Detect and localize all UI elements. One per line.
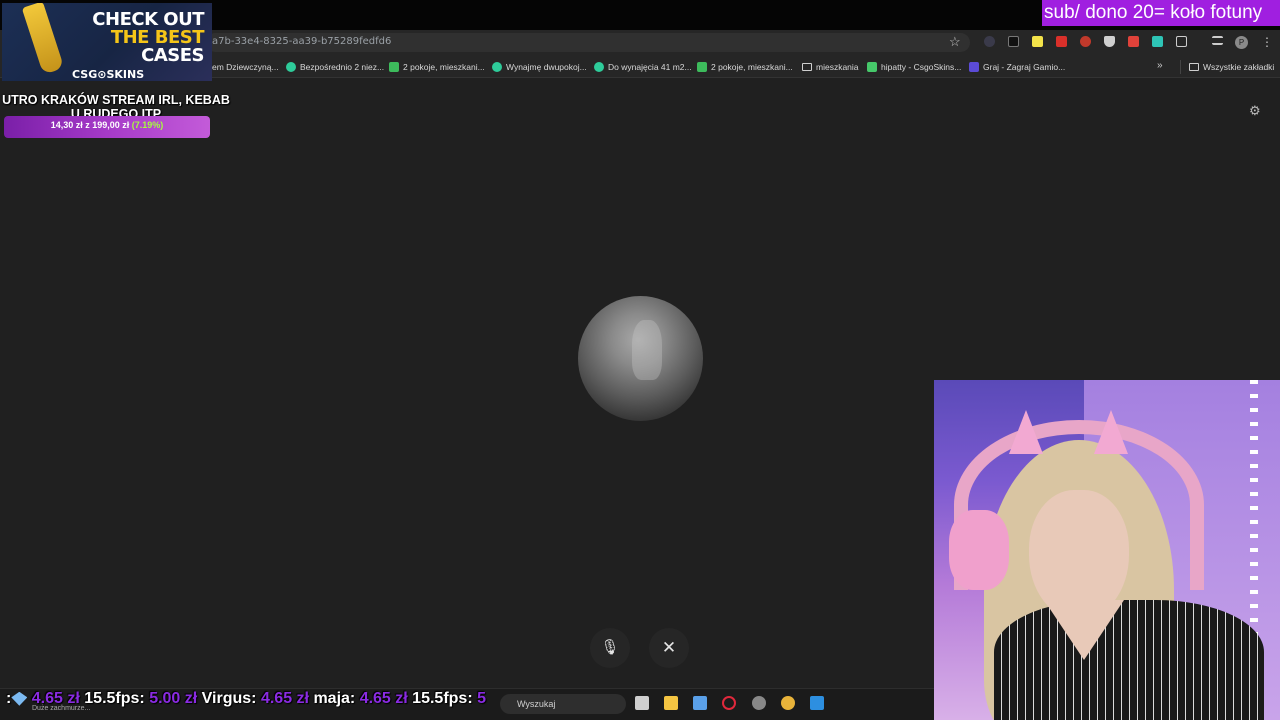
all-bookmarks-folder[interactable]: Wszystkie zakładki: [1189, 61, 1274, 73]
extension-icon[interactable]: [1080, 36, 1091, 47]
bookmark-item[interactable]: Bezpośrednio 2 niez...: [286, 61, 384, 73]
shield-icon[interactable]: [1104, 36, 1115, 47]
folder-icon: [1189, 63, 1199, 71]
bookmark-label: mieszkania: [816, 62, 859, 72]
ticker-amount: 4.65 zł: [359, 690, 408, 707]
otodom-icon: [389, 62, 399, 72]
bookmark-label: Bezpośrednio 2 niez...: [300, 62, 385, 72]
more-bookmarks-icon[interactable]: »: [1157, 60, 1163, 71]
bookmark-item[interactable]: 2 pokoje, mieszkani...: [697, 61, 793, 73]
bookmark-label: Do wynajęcia 41 m2...: [608, 62, 692, 72]
chrome-icon[interactable]: [781, 696, 795, 710]
media-controls-icon[interactable]: [1212, 36, 1223, 45]
profile-avatar[interactable]: P: [1235, 36, 1248, 49]
bookmark-label: em Dziewczyną...: [212, 62, 279, 72]
ticker-name: 15.5fps:: [412, 690, 473, 707]
bookmark-folder[interactable]: mieszkania: [802, 61, 859, 73]
ticker-name: Virgus:: [201, 690, 257, 707]
screen: { "browser": { "url": "a7b-33e4-8325-aa3…: [0, 0, 1280, 720]
olx-icon: [594, 62, 604, 72]
bookmark-item[interactable]: Do wynajęcia 41 m2...: [594, 61, 692, 73]
olx-icon: [286, 62, 296, 72]
end-call-button[interactable]: ✕: [649, 628, 689, 668]
app-icon[interactable]: [810, 696, 824, 710]
extension-icon[interactable]: [1152, 36, 1163, 47]
bookmark-label: 2 pokoje, mieszkani...: [403, 62, 485, 72]
bookmarks-divider: [1180, 60, 1181, 74]
extensions-puzzle-icon[interactable]: [1176, 36, 1187, 47]
bookmark-item[interactable]: em Dziewczyną...: [212, 61, 279, 73]
sliders-icon[interactable]: ⚙: [1249, 103, 1261, 119]
streamer-shirt: [994, 600, 1264, 720]
extension-icon[interactable]: [1008, 36, 1019, 47]
bookmark-item[interactable]: hipatty - CsgoSkins...: [867, 61, 961, 73]
folder-icon: [802, 63, 812, 71]
browser-menu-icon[interactable]: ⋮: [1261, 35, 1273, 49]
donation-ticker: : 4.65 zł 15.5fps: 5.00 zł Virgus: 4.65 …: [6, 690, 486, 708]
bookmark-item[interactable]: Graj - Zagraj Gamio...: [969, 61, 1065, 73]
ticker-name: :: [6, 690, 12, 707]
bookmark-item[interactable]: Wynajmę dwupokoj...: [492, 61, 587, 73]
bookmark-item[interactable]: 2 pokoje, mieszkani...: [389, 61, 485, 73]
avatar-highlight: [632, 320, 662, 380]
opera-icon[interactable]: [722, 696, 736, 710]
ticker-name: maja:: [313, 690, 356, 707]
ad-brand-logo: CSG⊙SKINS: [72, 68, 145, 81]
extension-icon[interactable]: [1128, 36, 1139, 47]
file-explorer-icon[interactable]: [664, 696, 678, 710]
bookmark-label: hipatty - CsgoSkins...: [881, 62, 962, 72]
ticker-name: 15.5fps:: [84, 690, 145, 707]
gem-icon: [11, 691, 28, 706]
goal-amount: 14,30 zł z 199,00 zł: [50, 120, 130, 130]
headset-earcup: [949, 510, 1009, 590]
ticker-amount: 5.00 zł: [149, 690, 198, 707]
knife-graphic: [21, 3, 65, 75]
microphone-button[interactable]: 🎙: [590, 628, 630, 668]
adblock-icon[interactable]: [1056, 36, 1067, 47]
extension-icon[interactable]: [984, 36, 995, 47]
sponsor-ad-banner: CHECK OUT THE BEST CASES CSG⊙SKINS: [2, 3, 212, 81]
webcam-feed: [934, 380, 1280, 720]
sub-donation-banner: sub/ dono 20= koło fotuny: [1042, 0, 1280, 26]
bookmark-star-icon[interactable]: ☆: [949, 34, 961, 50]
microphone-icon: 🎙: [600, 639, 620, 656]
gamio-icon: [969, 62, 979, 72]
ticker-amount: 5: [477, 690, 486, 707]
donation-goal-text: 14,30 zł z 199,00 zł (7.19%): [4, 120, 210, 130]
all-bookmarks-label: Wszystkie zakładki: [1203, 62, 1275, 72]
bookmark-label: Graj - Zagraj Gamio...: [983, 62, 1066, 72]
bookmark-label: Wynajmę dwupokoj...: [506, 62, 587, 72]
address-bar-url: a7b-33e4-8325-aa39-b75289fedfd6: [212, 36, 392, 47]
goal-percent: (7.19%): [131, 120, 164, 130]
ticker-amount: 4.65 zł: [260, 690, 309, 707]
task-view-icon[interactable]: [635, 696, 649, 710]
olx-icon: [492, 62, 502, 72]
csgoskins-icon: [867, 62, 877, 72]
ticker-amount: 4.65 zł: [31, 690, 80, 707]
extension-icon[interactable]: [1032, 36, 1043, 47]
taskbar-search-placeholder: Wyszukaj: [517, 699, 556, 709]
otodom-icon: [697, 62, 707, 72]
bookmark-label: 2 pokoje, mieszkani...: [711, 62, 793, 72]
steam-icon[interactable]: [752, 696, 766, 710]
close-icon: ✕: [661, 638, 677, 657]
ad-headline-3: CASES: [141, 45, 204, 66]
store-icon[interactable]: [693, 696, 707, 710]
